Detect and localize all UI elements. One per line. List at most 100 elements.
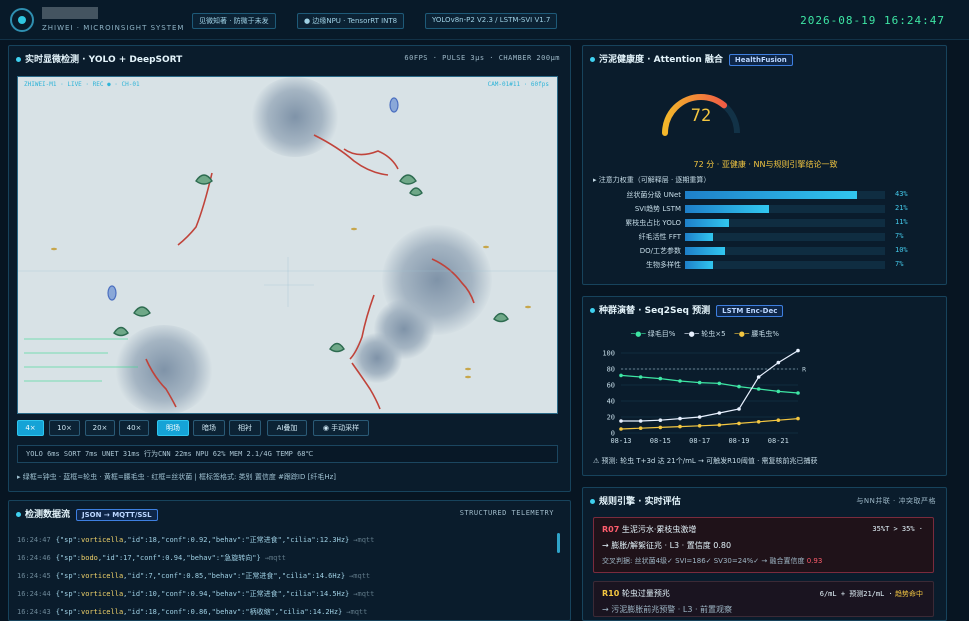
- rule-value: 35%T > 35% ·: [872, 525, 923, 533]
- log-body: "id":18,"conf":0.86,"behav":"柄收缩","cilia…: [127, 608, 343, 616]
- chart-series-line: [620, 374, 799, 394]
- top-bar: ZHIWEI · MICROINSIGHT SYSTEM 见微知著 · 防微于未…: [0, 0, 969, 40]
- forecast-chart: 020406080100R08-13 08-15 08-17 08-19 08-21: [602, 348, 806, 445]
- video-overlay-right: CAM-01#11 · 60fps: [487, 81, 549, 88]
- log-note: →mqtt: [346, 608, 368, 616]
- rule-card-r10[interactable]: R10 轮虫过量预兆 6/mL + 预测21/mL · 趋势命中 → 污泥膨胀前…: [593, 581, 934, 617]
- weight-row: 累枝虫占比 YOLO 11%: [583, 218, 943, 229]
- zoom-20x-button[interactable]: 20×: [85, 420, 115, 436]
- status-dot-icon: [16, 512, 21, 517]
- weight-bar: [685, 261, 885, 269]
- rules-title: 规则引擎 · 实时评估: [590, 494, 681, 507]
- chart-point: [658, 376, 663, 381]
- logo-icon: [10, 8, 34, 32]
- status-dot-icon: [590, 499, 595, 504]
- chart-ytick-label: 60: [607, 382, 615, 390]
- clock: 2026-08-19 16:24:47: [800, 14, 945, 27]
- rule-line2: → 污泥膨胀前兆预警 · L3 · 前置观察: [602, 605, 733, 614]
- log-time: 16:24:45: [17, 572, 51, 580]
- chart-xtick-label: 08-17: [689, 437, 710, 445]
- video-overlay-left: ZHIWEI-M1 · LIVE · REC ● · CH-01: [24, 81, 140, 88]
- chart-point: [796, 416, 800, 421]
- weight-label: 丝状菌分级 UNet: [626, 191, 681, 199]
- weight-label: 生物多样性: [646, 261, 681, 269]
- log-line: 16:24:47 {"sp":vorticella,"id":18,"conf":…: [17, 536, 375, 544]
- chart-point: [796, 348, 800, 353]
- telemetry-panel: 检测数据流 JSON → MQTT/SSL STRUCTURED TELEMETR…: [8, 500, 571, 621]
- health-summary: 72 分 · 亚健康 · NN与规则引擎结论一致: [693, 160, 838, 169]
- zoom-4x-button[interactable]: 4×: [17, 420, 44, 436]
- log-body: "id":10,"conf":0.94,"behav":"正常进食","cili…: [127, 590, 350, 598]
- chart-point: [737, 384, 741, 389]
- chart-point: [638, 375, 643, 379]
- observe-meta: 60FPS · PULSE 3μs · CHAMBER 200μm: [404, 54, 560, 62]
- log-species: vorticella: [81, 536, 124, 544]
- status-dot-icon: [16, 57, 21, 62]
- chart-point: [717, 381, 722, 386]
- pipeline-stats: YOLO 6ms SORT 7ms UNET 31ms 行为CNN 22ms N…: [17, 445, 558, 463]
- health-panel: 污泥健康度 · Attention 融合 HealthFusion 72 72 分…: [582, 45, 947, 285]
- weight-pct: 7%: [895, 260, 904, 268]
- weight-row: 生物多样性 7%: [583, 260, 943, 271]
- chart-legend-item: ─●─ 轮虫×5: [684, 330, 726, 338]
- microscope-view[interactable]: ZHIWEI-M1 · LIVE · REC ● · CH-01 CAM-01#…: [17, 76, 558, 414]
- log-scrollbar[interactable]: [557, 533, 560, 553]
- slogan-tag: 见微知著 · 防微于未发: [192, 13, 276, 29]
- rule-status: 趋势命中: [895, 590, 923, 598]
- weight-pct: 11%: [895, 218, 908, 226]
- rule-id: R07: [602, 525, 620, 534]
- chart-point: [678, 379, 682, 383]
- weight-row: DO/工艺参数 10%: [583, 246, 943, 257]
- log-body: "id":17,"conf":0.94,"behav":"急旋转向"}: [102, 554, 261, 562]
- chart-point: [678, 416, 682, 421]
- chart-legend: ─●─ 绿毛目% ─●─ 轮虫×5 ─●─ 腰毛虫%: [631, 329, 788, 339]
- telemetry-badge: JSON → MQTT/SSL: [76, 509, 158, 521]
- mode-ai-overlay-button[interactable]: AI叠加: [267, 420, 307, 436]
- brand-name-blurred: [42, 7, 98, 19]
- chart-series-line: [621, 350, 799, 422]
- chart-legend-item: ─●─ 腰毛虫%: [734, 330, 779, 338]
- chart-point: [697, 415, 702, 419]
- chart-point: [658, 418, 663, 422]
- mode-brightfield-button[interactable]: 明场: [157, 420, 189, 436]
- weight-bar: [685, 247, 885, 255]
- weight-label: 纤毛活性 FFT: [638, 233, 681, 241]
- observe-title: 实时显微检测 · YOLO + DeepSORT: [16, 52, 182, 65]
- chart-legend-label: 腰毛虫%: [751, 330, 779, 338]
- log-species: vorticella: [81, 590, 124, 598]
- zoom-10x-button[interactable]: 10×: [49, 420, 80, 436]
- rule-line2: → 膨胀/解絮征兆 · L3 · 置信度 0.80: [602, 541, 732, 550]
- chart-point: [756, 387, 761, 391]
- chart-point: [756, 420, 761, 424]
- log-note: →mqtt: [349, 572, 371, 580]
- rule-card-r07[interactable]: R07 生泥污水·累枝虫激增 35%T > 35% · → 膨胀/解絮征兆 · …: [593, 517, 934, 573]
- weight-label: SVI趋势 LSTM: [634, 205, 681, 213]
- rules-meta: 与NN并联 · 冲突取严格: [856, 497, 936, 505]
- chart-point: [776, 418, 781, 422]
- weight-fill: [685, 247, 725, 255]
- manual-capture-button[interactable]: ◉ 手动采样: [313, 420, 369, 436]
- mode-phase-button[interactable]: 相衬: [229, 420, 261, 436]
- mode-darkfield-button[interactable]: 暗场: [193, 420, 225, 436]
- forecast-title: 种群演替 · Seq2Seq 预测 LSTM Enc-Dec: [590, 303, 784, 317]
- brand-subtitle: ZHIWEI · MICROINSIGHT SYSTEM: [42, 24, 185, 32]
- log-species: vorticella: [81, 608, 124, 616]
- chart-point: [776, 389, 781, 394]
- chart-point: [697, 424, 702, 428]
- chart-point: [697, 380, 702, 385]
- health-badge: HealthFusion: [728, 54, 793, 66]
- health-score: 72: [690, 106, 712, 126]
- weight-fill: [685, 233, 713, 241]
- log-time: 16:24:46: [17, 554, 51, 562]
- weight-fill: [685, 219, 729, 227]
- weight-pct: 21%: [895, 204, 908, 212]
- weight-row: 纤毛活性 FFT 7%: [583, 232, 943, 243]
- log-body: "id":7,"conf":0.85,"behav":"正常进食","cilia…: [127, 572, 346, 580]
- telemetry-meta: STRUCTURED TELEMETRY: [459, 509, 554, 517]
- rule-conf: 0.93: [806, 557, 823, 565]
- weight-bar: [685, 219, 885, 227]
- chart-point: [678, 424, 682, 429]
- zoom-40x-button[interactable]: 40×: [119, 420, 149, 436]
- log-line: 16:24:45 {"sp":vorticella,"id":7,"conf":0…: [17, 572, 371, 580]
- weight-bar: [685, 191, 885, 199]
